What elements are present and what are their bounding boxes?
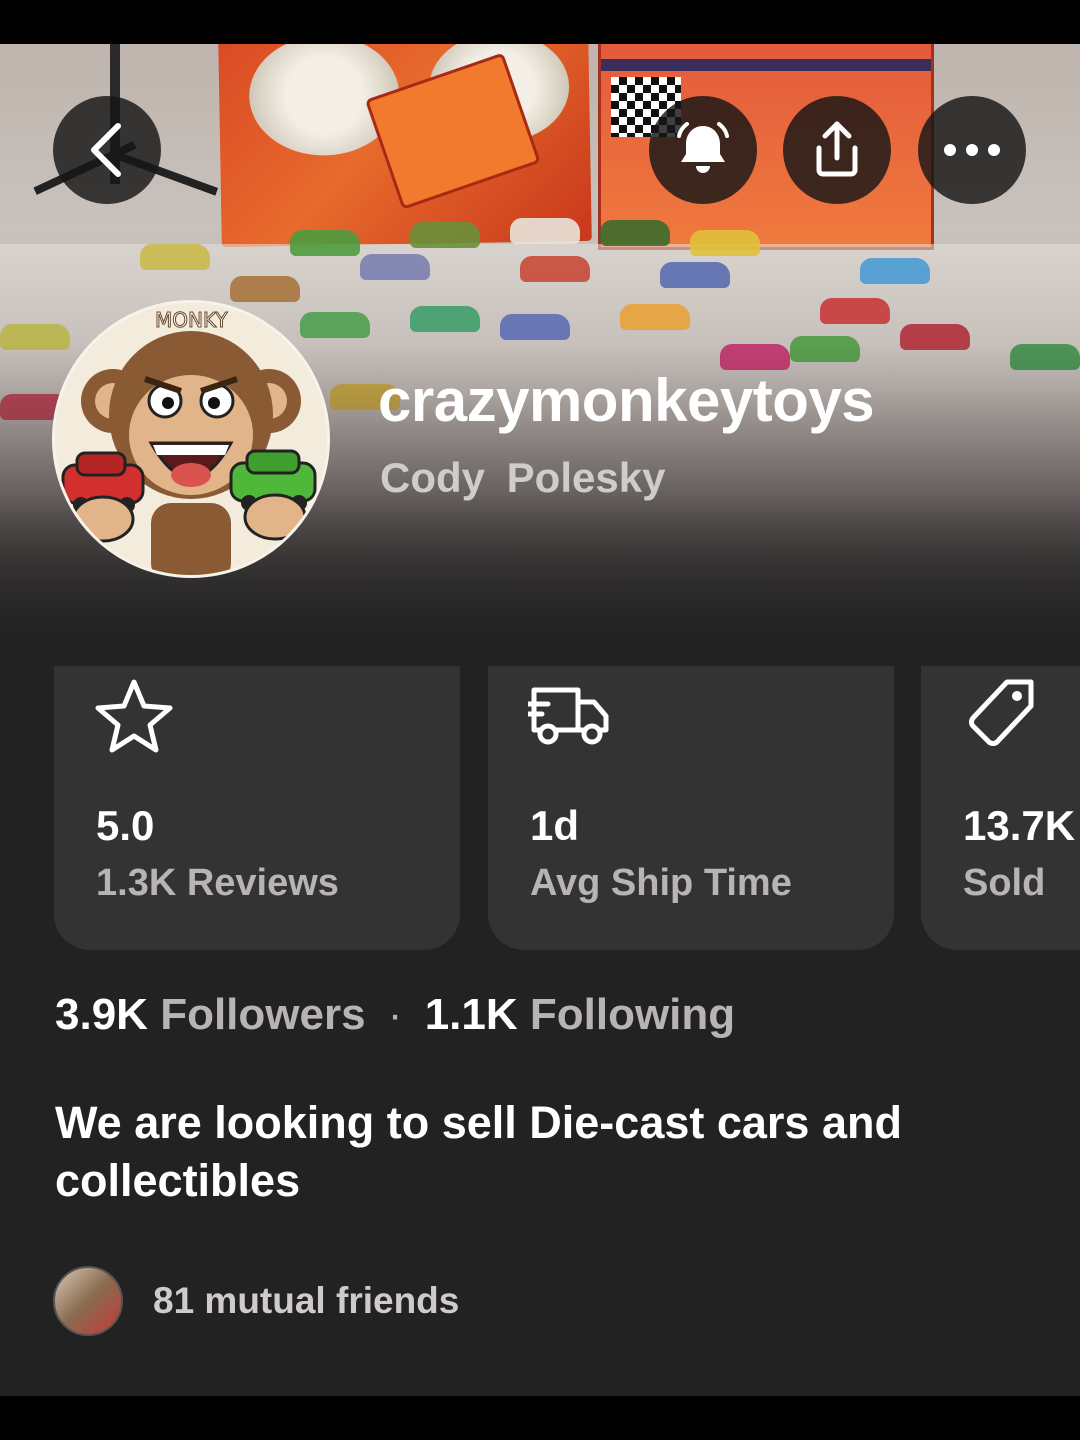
car-shape [300, 312, 370, 338]
followers-label: Followers [160, 990, 366, 1039]
more-options-button[interactable] [918, 96, 1026, 204]
car-shape [410, 306, 480, 332]
sold-value: 13.7K [963, 802, 1076, 849]
following-link[interactable]: 1.1K Following [425, 990, 735, 1039]
car-shape [690, 230, 760, 256]
car-shape [140, 244, 210, 270]
home-indicator-bar [0, 1396, 1080, 1440]
sold-label: Sold [963, 862, 1046, 904]
stat-card-reviews[interactable]: 5.0 1.3K Reviews [54, 666, 460, 950]
separator-dot: · [387, 990, 403, 1039]
car-shape [410, 222, 480, 248]
stat-card-ship-time[interactable]: 1d Avg Ship Time [488, 666, 894, 950]
stat-card-sold[interactable]: 13.7K Sold [921, 666, 1080, 950]
mutual-friends-row[interactable]: 81 mutual friends [53, 1266, 459, 1336]
following-count: 1.1K [424, 990, 518, 1039]
car-shape [510, 218, 580, 244]
reviews-label: 1.3K Reviews [96, 862, 339, 904]
ship-time-value: 1d [530, 802, 580, 849]
banner-decor [218, 44, 592, 248]
car-shape [620, 304, 690, 330]
tag-icon [961, 676, 1041, 761]
following-label: Following [529, 990, 736, 1039]
username: crazymonkeytoys [378, 367, 875, 434]
profile-bio: We are looking to sell Die-cast cars and… [55, 1097, 902, 1206]
mutual-friend-avatar [53, 1266, 123, 1336]
car-shape [520, 256, 590, 282]
car-shape [820, 298, 890, 324]
profile-avatar[interactable]: MONKY [52, 300, 330, 578]
chevron-left-icon [91, 123, 121, 177]
car-shape [600, 220, 670, 246]
followers-link[interactable]: 3.9K Followers [55, 990, 378, 1039]
car-shape [500, 314, 570, 340]
car-shape [230, 276, 300, 302]
back-button[interactable] [53, 96, 161, 204]
svg-text:MONKY: MONKY [155, 308, 228, 332]
star-icon [94, 676, 174, 761]
display-name: Cody Polesky [380, 454, 666, 501]
car-shape [290, 230, 360, 256]
bell-icon [677, 122, 729, 173]
monkey-logo-icon: MONKY [55, 303, 327, 575]
share-icon [816, 121, 858, 177]
follow-stats: 3.9K Followers · 1.1K Following [55, 990, 735, 1040]
car-shape [660, 262, 730, 288]
car-shape [860, 258, 930, 284]
followers-count: 3.9K [55, 990, 148, 1039]
mutual-friends-text: 81 mutual friends [153, 1280, 460, 1321]
profile-screen: MONKY crazymonkeytoys Cody Polesky 5.0 1… [0, 44, 1080, 1396]
notification-bell-button[interactable] [649, 96, 757, 204]
ship-time-label: Avg Ship Time [530, 862, 792, 904]
status-bar [0, 0, 1080, 44]
truck-icon [525, 676, 612, 761]
car-shape [360, 254, 430, 280]
rating-value: 5.0 [96, 802, 155, 849]
share-button[interactable] [783, 96, 891, 204]
more-dots-icon [944, 144, 1000, 156]
